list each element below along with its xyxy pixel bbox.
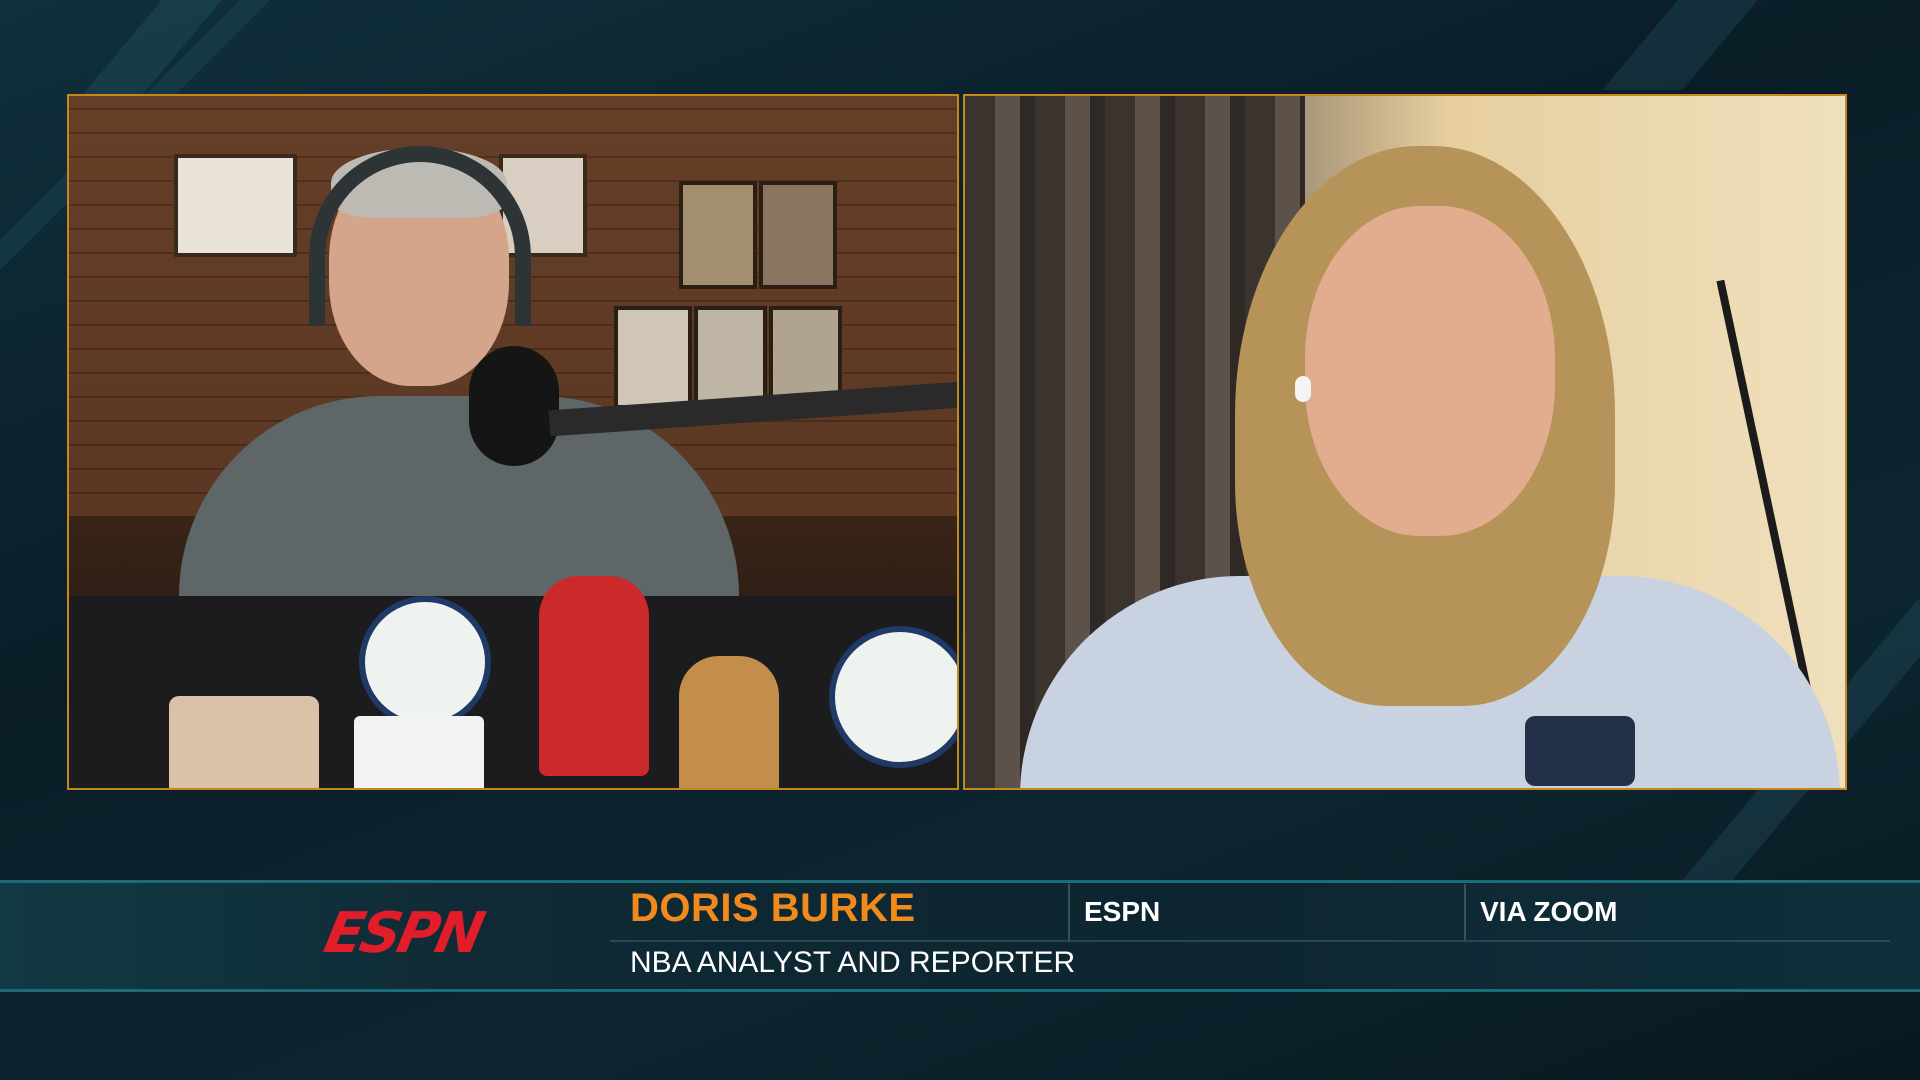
guest-face — [1305, 206, 1555, 536]
figurine-green-hat — [679, 656, 779, 788]
wall-photo — [614, 306, 692, 409]
espn-logo: ESPN — [318, 901, 488, 966]
wall-photo — [174, 154, 297, 257]
coffee-mug — [354, 716, 484, 788]
wall-photo — [759, 181, 837, 289]
guest-video-feed — [963, 94, 1847, 790]
hula-figurine-mug — [169, 696, 319, 788]
police-badge-emblem — [829, 626, 957, 768]
guest-name: DORIS BURKE — [630, 886, 916, 930]
earbud-icon — [1295, 376, 1311, 402]
affiliation-tag: ESPN — [1084, 896, 1161, 927]
connection-tag: VIA ZOOM — [1480, 896, 1618, 927]
wall-photo — [679, 181, 757, 289]
microphone-icon — [469, 346, 559, 466]
lower-third-separator — [1464, 884, 1466, 940]
wall-photo — [694, 306, 767, 409]
collar-logo — [1525, 716, 1635, 786]
guest-title: NBA ANALYST AND REPORTER — [630, 946, 1076, 979]
host-video-feed — [67, 94, 959, 790]
figurine-red-shirt — [539, 576, 649, 776]
lower-third-divider — [610, 940, 1890, 942]
police-badge-emblem — [359, 596, 491, 728]
lower-third-separator — [1068, 884, 1070, 940]
